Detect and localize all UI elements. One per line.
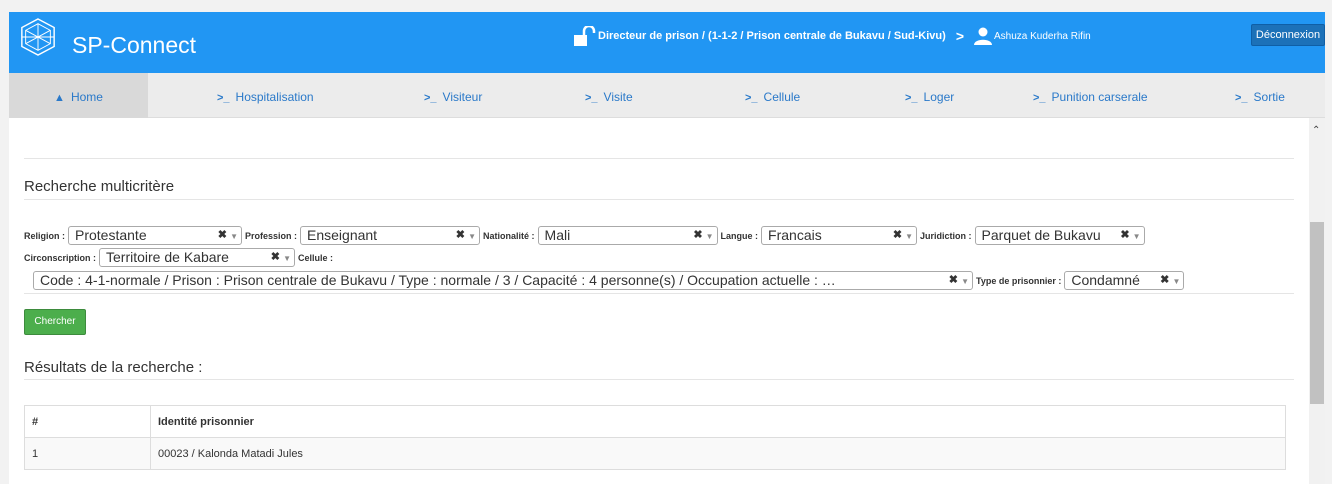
unlock-icon <box>574 26 596 46</box>
user-name: Ashuza Kuderha Rifin <box>994 30 1091 42</box>
clear-icon[interactable]: ✖ <box>1120 227 1129 244</box>
role-text: Directeur de prison / (1-1-2 / Prison ce… <box>598 30 946 42</box>
logo-icon <box>21 18 55 56</box>
filter-row-1: Religion : Protestante ✖ ▼ Profession : En… <box>24 226 1148 245</box>
session-info: Directeur de prison / (1-1-2 / Prison ce… <box>572 26 1091 46</box>
prompt-icon: >_ <box>424 92 437 104</box>
chevron-right-icon: > <box>955 28 964 44</box>
home-icon: ▲ <box>54 92 65 104</box>
religion-select[interactable]: Protestante ✖ ▼ <box>68 226 242 245</box>
prompt-icon: >_ <box>905 92 918 104</box>
juridiction-label: Juridiction : <box>920 230 972 241</box>
table-header-row: # Identité prisonnier <box>24 405 1286 438</box>
filter-row-3: Code : 4-1-normale / Prison : Prison cen… <box>24 271 1187 290</box>
column-header: Identité prisonnier <box>150 405 1286 438</box>
caret-down-icon: ▼ <box>1132 232 1141 241</box>
nationalite-select[interactable]: Mali ✖ ▼ <box>537 226 718 245</box>
clear-icon[interactable]: ✖ <box>693 227 702 244</box>
cellule-select[interactable]: Code : 4-1-normale / Prison : Prison cen… <box>33 271 973 290</box>
type-prisonnier-select[interactable]: Condamné ✖ ▼ <box>1064 271 1185 290</box>
clear-icon[interactable]: ✖ <box>1160 272 1169 289</box>
clear-icon[interactable]: ✖ <box>949 272 958 289</box>
clear-icon[interactable]: ✖ <box>893 227 902 244</box>
top-bar: SP-Connect Directeur de prison / (1-1-2 … <box>9 12 1325 73</box>
nav-item-visite[interactable]: >_ Visite <box>585 73 633 118</box>
prompt-icon: >_ <box>217 92 230 104</box>
cellule-label: Cellule : <box>298 252 334 263</box>
caret-down-icon: ▼ <box>468 232 477 241</box>
profession-select[interactable]: Enseignant ✖ ▼ <box>300 226 481 245</box>
nav-item-cellule[interactable]: >_ Cellule <box>745 73 800 118</box>
scroll-up-icon[interactable]: ⌃ <box>1312 125 1320 136</box>
prompt-icon: >_ <box>1235 92 1248 104</box>
divider <box>24 293 1294 294</box>
user-icon <box>974 27 992 45</box>
nav-item-sortie[interactable]: >_ Sortie <box>1235 73 1285 118</box>
caret-down-icon: ▼ <box>230 232 238 241</box>
prompt-icon: >_ <box>585 92 598 104</box>
table-row[interactable]: 1 00023 / Kalonda Matadi Jules <box>24 437 1286 470</box>
logout-button[interactable]: Déconnexion <box>1251 24 1325 46</box>
religion-label: Religion : <box>24 230 65 241</box>
langue-label: Langue : <box>720 230 759 241</box>
column-header: # <box>24 405 151 438</box>
nav-item-home[interactable]: ▲ Home <box>9 73 148 118</box>
prompt-icon: >_ <box>745 92 758 104</box>
search-title: Recherche multicritère <box>24 178 175 195</box>
clear-icon[interactable]: ✖ <box>271 249 280 266</box>
profession-label: Profession : <box>245 230 298 241</box>
table-cell: 00023 / Kalonda Matadi Jules <box>150 437 1286 470</box>
caret-down-icon: ▼ <box>905 232 914 241</box>
nav-item-loger[interactable]: >_ Loger <box>905 73 954 118</box>
scrollbar-thumb[interactable] <box>1310 222 1324 404</box>
filter-row-2: Circonscription : Territoire de Kabare ✖ ▼… <box>24 248 336 267</box>
caret-down-icon: ▼ <box>705 232 714 241</box>
divider <box>24 379 1294 380</box>
nationalite-label: Nationalité : <box>483 230 535 241</box>
results-table: # Identité prisonnier 1 00023 / Kalonda … <box>24 405 1286 470</box>
circonscription-label: Circonscription : <box>24 252 97 263</box>
caret-down-icon: ▼ <box>283 254 292 263</box>
caret-down-icon: ▼ <box>961 277 969 286</box>
vertical-scrollbar[interactable]: ⌃ <box>1309 118 1325 484</box>
caret-down-icon: ▼ <box>1172 277 1181 286</box>
type-prisonnier-label: Type de prisonnier : <box>976 275 1062 286</box>
table-cell: 1 <box>24 437 151 470</box>
divider <box>24 158 1294 159</box>
results-title: Résultats de la recherche : <box>24 359 203 376</box>
juridiction-select[interactable]: Parquet de Bukavu ✖ ▼ <box>974 226 1145 245</box>
clear-icon[interactable]: ✖ <box>456 227 465 244</box>
clear-icon[interactable]: ✖ <box>218 227 227 244</box>
brand-name: SP-Connect <box>72 32 197 58</box>
prompt-icon: >_ <box>1033 92 1046 104</box>
nav-item-visiteur[interactable]: >_ Visiteur <box>424 73 482 118</box>
divider <box>24 199 1294 200</box>
langue-select[interactable]: Francais ✖ ▼ <box>761 226 918 245</box>
circonscription-select[interactable]: Territoire de Kabare ✖ ▼ <box>99 248 296 267</box>
search-button[interactable]: Chercher <box>24 309 86 335</box>
nav-item-hospitalisation[interactable]: >_ Hospitalisation <box>217 73 314 118</box>
main-nav: ▲ Home >_ Hospitalisation >_ Visiteur >_ Vis… <box>9 73 1325 118</box>
nav-item-punition[interactable]: >_ Punition carserale <box>1033 73 1148 118</box>
